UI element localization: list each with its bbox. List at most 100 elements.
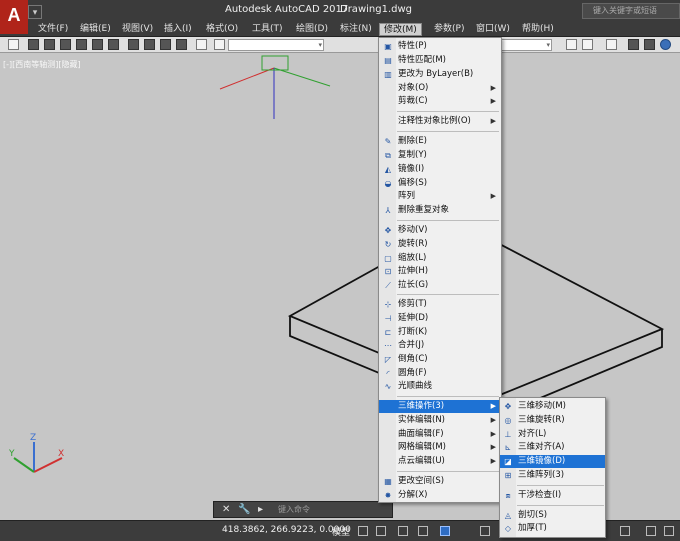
menu-item-chamfer[interactable]: ◸ 倒角(C): [379, 353, 501, 366]
menu-tools[interactable]: 工具(T): [248, 23, 287, 36]
render-icon[interactable]: [628, 39, 639, 50]
menu-item-3d-move[interactable]: ✥ 三维移动(M): [500, 400, 605, 413]
menu-item-trim[interactable]: ⊹ 修剪(T): [379, 298, 501, 311]
view-combo[interactable]: ▾: [228, 39, 324, 51]
layer-icon[interactable]: [582, 39, 593, 50]
menu-item-blend[interactable]: ∿ 光顺曲线: [379, 380, 501, 393]
menu-item-interfere[interactable]: ⧈ 干涉检查(I): [500, 489, 605, 502]
menu-item-annotative-scale[interactable]: 注释性对象比例(O) ▶: [379, 115, 501, 128]
menu-item-point-cloud-editing[interactable]: 点云编辑(U) ▶: [379, 455, 501, 468]
otrack-icon[interactable]: [480, 526, 490, 536]
snap-icon[interactable]: [376, 526, 386, 536]
menu-item-fillet[interactable]: ◜ 圆角(F): [379, 367, 501, 380]
menu-item-lengthen[interactable]: ⟋ 拉长(G): [379, 279, 501, 292]
view-icon[interactable]: [144, 39, 155, 50]
model-space-button[interactable]: 模型: [332, 525, 350, 538]
view-icon[interactable]: [128, 39, 139, 50]
menu-item-join[interactable]: ⋯ 合并(J): [379, 339, 501, 352]
render-icon[interactable]: [644, 39, 655, 50]
menu-item-extend[interactable]: ⊣ 延伸(D): [379, 312, 501, 325]
menu-modify[interactable]: 修改(M): [379, 23, 422, 36]
menu-item-3d-align[interactable]: ⊾ 三维对齐(A): [500, 441, 605, 454]
menu-item-properties[interactable]: ▣ 特性(P): [379, 40, 501, 53]
menu-dimension[interactable]: 标注(N): [336, 23, 376, 36]
menu-help[interactable]: 帮助(H): [518, 23, 558, 36]
menu-item-erase[interactable]: ✎ 删除(E): [379, 135, 501, 148]
ucs-y-axis: [273, 67, 331, 87]
menu-item-match-properties[interactable]: ▤ 特性匹配(M): [379, 54, 501, 67]
grid-icon[interactable]: [8, 39, 19, 50]
menu-edit[interactable]: 编辑(E): [76, 23, 115, 36]
menu-item-bylayer[interactable]: ▥ 更改为 ByLayer(B): [379, 68, 501, 81]
menu-item-change-space[interactable]: ▦ 更改空间(S): [379, 475, 501, 488]
menu-item-thicken[interactable]: ◇ 加厚(T): [500, 522, 605, 535]
menu-item-mesh-editing[interactable]: 网格编辑(M) ▶: [379, 441, 501, 454]
menu-item-object[interactable]: 对象(O) ▶: [379, 82, 501, 95]
render-icon[interactable]: [660, 39, 671, 50]
menu-item-stretch[interactable]: ⊡ 拉伸(H): [379, 265, 501, 278]
menu-window[interactable]: 窗口(W): [472, 23, 514, 36]
explode-icon: ✸: [384, 491, 392, 500]
cube-icon[interactable]: [28, 39, 39, 50]
layer-combo[interactable]: ▾: [500, 39, 552, 51]
workspace-icon[interactable]: [620, 526, 630, 536]
camera-icon[interactable]: [196, 39, 207, 50]
menu-item-slice[interactable]: ◬ 剖切(S): [500, 509, 605, 522]
command-prompt-icon[interactable]: ▸: [258, 504, 263, 516]
command-input[interactable]: 键入命令: [278, 504, 310, 516]
search-input[interactable]: 键入关键字或短语: [582, 3, 680, 19]
stretch-icon: ⊡: [384, 267, 392, 276]
menu-item-scale[interactable]: ▢ 缩放(L): [379, 252, 501, 265]
cube-icon[interactable]: [76, 39, 87, 50]
view-icon[interactable]: [160, 39, 171, 50]
orbit-icon[interactable]: [214, 39, 225, 50]
menu-separator: [397, 294, 499, 295]
menu-draw[interactable]: 绘图(D): [292, 23, 332, 36]
menu-item-3d-array[interactable]: ⊞ 三维阵列(3): [500, 469, 605, 482]
isolate-icon[interactable]: [646, 526, 656, 536]
menu-item-explode[interactable]: ✸ 分解(X): [379, 489, 501, 502]
menu-format[interactable]: 格式(O): [202, 23, 242, 36]
chevron-right-icon: ▶: [490, 457, 496, 465]
cube-icon[interactable]: [44, 39, 55, 50]
menu-item-3d-operations[interactable]: 三维操作(3) ▶: [379, 400, 501, 413]
layer-icon[interactable]: [566, 39, 577, 50]
chevron-down-icon: ▾: [546, 41, 550, 49]
menu-file[interactable]: 文件(F): [34, 23, 72, 36]
menu-view[interactable]: 视图(V): [118, 23, 157, 36]
cube-icon[interactable]: [108, 39, 119, 50]
menu-item-offset[interactable]: ◒ 偏移(S): [379, 177, 501, 190]
app-logo[interactable]: A: [0, 0, 28, 34]
layer-icon[interactable]: [606, 39, 617, 50]
menu-item-move[interactable]: ✥ 移动(V): [379, 224, 501, 237]
menu-item-copy[interactable]: ⧉ 复制(Y): [379, 149, 501, 162]
close-icon[interactable]: ✕: [222, 504, 230, 516]
menu-item-3d-mirror[interactable]: ◪ 三维镜像(D): [500, 455, 605, 468]
menu-item-align[interactable]: ⊥ 对齐(L): [500, 428, 605, 441]
menu-item-overkill[interactable]: ⅄ 删除重复对象: [379, 204, 501, 217]
menu-item-clip[interactable]: 剪裁(C) ▶: [379, 95, 501, 108]
menu-insert[interactable]: 插入(I): [160, 23, 196, 36]
grid-icon[interactable]: [358, 526, 368, 536]
menu-item-rotate[interactable]: ↻ 旋转(R): [379, 238, 501, 251]
view-icon[interactable]: [176, 39, 187, 50]
menu-item-3d-rotate[interactable]: ◎ 三维旋转(R): [500, 414, 605, 427]
wrench-icon[interactable]: 🔧: [238, 504, 250, 516]
menu-item-mirror[interactable]: ◭ 镜像(I): [379, 163, 501, 176]
cube-icon[interactable]: [92, 39, 103, 50]
menu-item-array[interactable]: 阵列 ▶: [379, 190, 501, 203]
chevron-right-icon: ▶: [490, 97, 496, 105]
menu-parametric[interactable]: 参数(P): [430, 23, 468, 36]
properties-icon: ▣: [384, 42, 392, 51]
menu-item-break[interactable]: ⊏ 打断(K): [379, 326, 501, 339]
chevron-down-icon[interactable]: ▾: [28, 5, 42, 19]
cube-icon[interactable]: [60, 39, 71, 50]
interfere-icon: ⧈: [505, 491, 511, 500]
menu-item-surface-editing[interactable]: 曲面编辑(F) ▶: [379, 428, 501, 441]
trim-icon: ⊹: [384, 300, 392, 309]
polar-icon[interactable]: [418, 526, 428, 536]
osnap-icon[interactable]: [440, 526, 450, 536]
customize-icon[interactable]: [664, 526, 674, 536]
ortho-icon[interactable]: [398, 526, 408, 536]
menu-item-solid-editing[interactable]: 实体编辑(N) ▶: [379, 414, 501, 427]
